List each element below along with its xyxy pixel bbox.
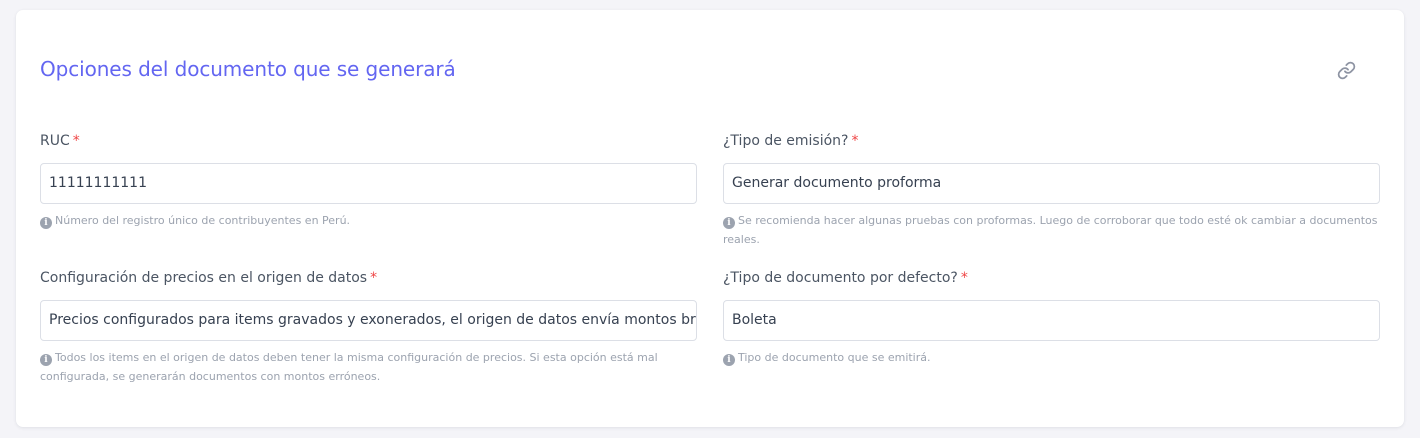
- card-title: Opciones del documento que se generará: [40, 57, 456, 81]
- price-config-select[interactable]: Precios configurados para items gravados…: [40, 300, 697, 341]
- info-icon: i: [723, 217, 735, 229]
- default-doc-type-help-text: Tipo de documento que se emitirá.: [738, 351, 931, 364]
- emission-type-label: ¿Tipo de emisión? *: [723, 131, 1380, 151]
- info-icon: i: [40, 354, 52, 366]
- emission-type-label-text: ¿Tipo de emisión?: [723, 133, 849, 149]
- ruc-label: RUC *: [40, 131, 697, 151]
- default-doc-type-label: ¿Tipo de documento por defecto? *: [723, 268, 1380, 288]
- price-config-field-group: Configuración de precios en el origen de…: [40, 268, 697, 386]
- price-config-help: i Todos los items en el origen de datos d…: [40, 348, 697, 386]
- ruc-required-mark: *: [72, 133, 80, 149]
- emission-type-required-mark: *: [851, 133, 859, 149]
- price-config-label-text: Configuración de precios en el origen de…: [40, 270, 368, 286]
- price-config-label: Configuración de precios en el origen de…: [40, 268, 697, 288]
- link-icon: [1337, 61, 1355, 79]
- price-config-required-mark: *: [370, 270, 378, 286]
- emission-type-help: i Se recomienda hacer algunas pruebas con…: [723, 211, 1380, 249]
- ruc-field-group: RUC * 11111111111 i Número del registro ún…: [40, 131, 697, 230]
- default-doc-type-required-mark: *: [960, 270, 968, 286]
- info-icon: i: [723, 354, 735, 366]
- price-config-help-text: Todos los items en el origen de datos de…: [40, 351, 658, 383]
- ruc-label-text: RUC: [40, 133, 70, 149]
- ruc-input[interactable]: 11111111111: [40, 163, 697, 204]
- info-icon: i: [40, 217, 52, 229]
- default-doc-type-select[interactable]: Boleta: [723, 300, 1380, 341]
- default-doc-type-help: i Tipo de documento que se emitirá.: [723, 348, 1380, 367]
- link-button[interactable]: [1334, 58, 1358, 82]
- default-doc-type-field-group: ¿Tipo de documento por defecto? * Boleta …: [723, 268, 1380, 367]
- document-options-card: Opciones del documento que se generará R…: [16, 10, 1404, 427]
- emission-type-help-text: Se recomienda hacer algunas pruebas con …: [723, 214, 1378, 246]
- default-doc-type-label-text: ¿Tipo de documento por defecto?: [723, 270, 958, 286]
- emission-type-field-group: ¿Tipo de emisión? * Generar documento pro…: [723, 131, 1380, 249]
- ruc-help-text: Número del registro único de contribuyen…: [55, 214, 351, 227]
- emission-type-select[interactable]: Generar documento proforma: [723, 163, 1380, 204]
- ruc-help: i Número del registro único de contribuye…: [40, 211, 697, 230]
